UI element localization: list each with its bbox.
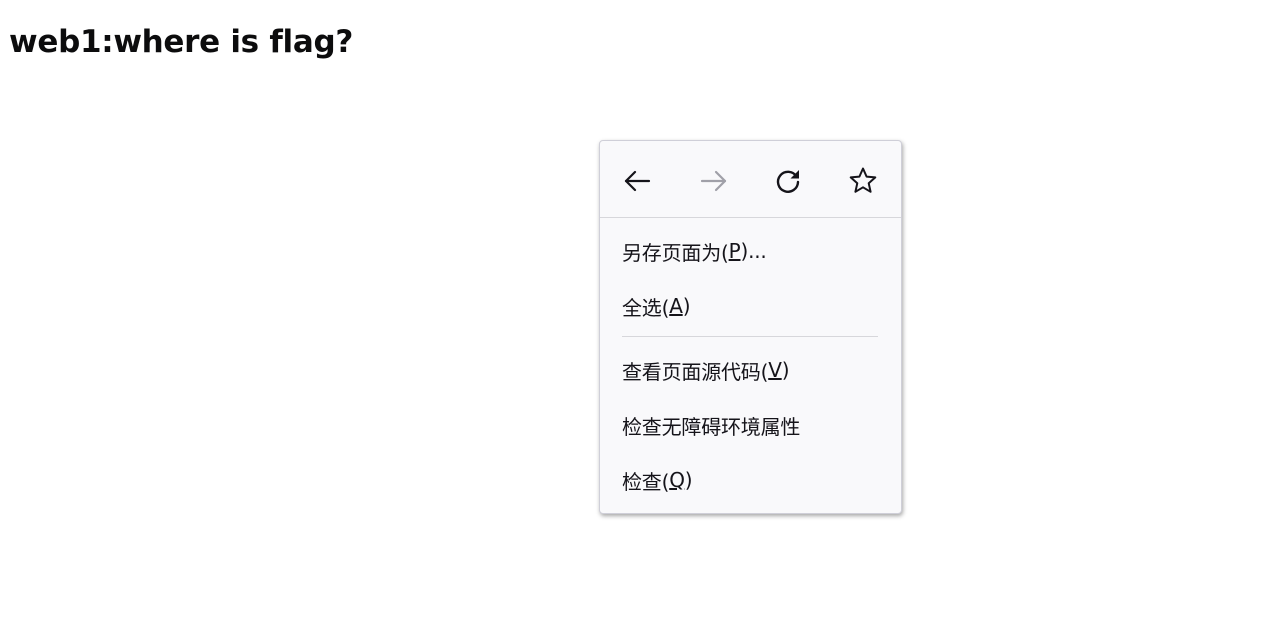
menu-item-accel-key: P: [728, 239, 741, 263]
arrow-right-icon: [700, 170, 727, 192]
context-menu-navigation: [600, 141, 901, 218]
menu-item-save-page-as[interactable]: 另存页面为(P)...: [600, 231, 901, 271]
menu-item-accel-key: A: [669, 294, 683, 318]
menu-item-view-page-source[interactable]: 查看页面源代码(V): [600, 350, 901, 390]
menu-item-label: 检查(: [622, 469, 670, 494]
reload-icon: [776, 170, 800, 193]
arrow-left-icon: [624, 170, 651, 192]
forward-button[interactable]: [694, 161, 734, 201]
menu-item-label-suffix: ): [682, 294, 691, 318]
menu-item-label-suffix: ): [684, 468, 693, 492]
menu-item-label-suffix: ): [781, 358, 790, 382]
menu-item-label: 查看页面源代码(: [622, 359, 769, 384]
star-outline-icon: [849, 167, 877, 193]
menu-item-accel-key: Q: [669, 468, 685, 492]
menu-item-label: 另存页面为(: [622, 240, 729, 265]
menu-item-label: 全选(: [622, 295, 670, 320]
menu-item-inspect-accessibility[interactable]: 检查无障碍环境属性: [600, 405, 901, 445]
context-menu: 另存页面为(P)... 全选(A) 查看页面源代码(V) 检查无障碍环境属性 检…: [599, 140, 902, 514]
bookmark-button[interactable]: [843, 161, 883, 201]
menu-item-select-all[interactable]: 全选(A): [600, 286, 901, 326]
menu-item-label: 检查无障碍环境属性: [622, 414, 801, 439]
menu-separator: [622, 336, 878, 337]
reload-button[interactable]: [768, 161, 808, 201]
back-button[interactable]: [617, 161, 657, 201]
menu-item-accel-key: V: [768, 358, 782, 382]
page-heading: web1:where is flag?: [9, 24, 354, 60]
menu-item-label-suffix: )...: [740, 239, 767, 263]
menu-item-inspect[interactable]: 检查(Q): [600, 460, 901, 500]
